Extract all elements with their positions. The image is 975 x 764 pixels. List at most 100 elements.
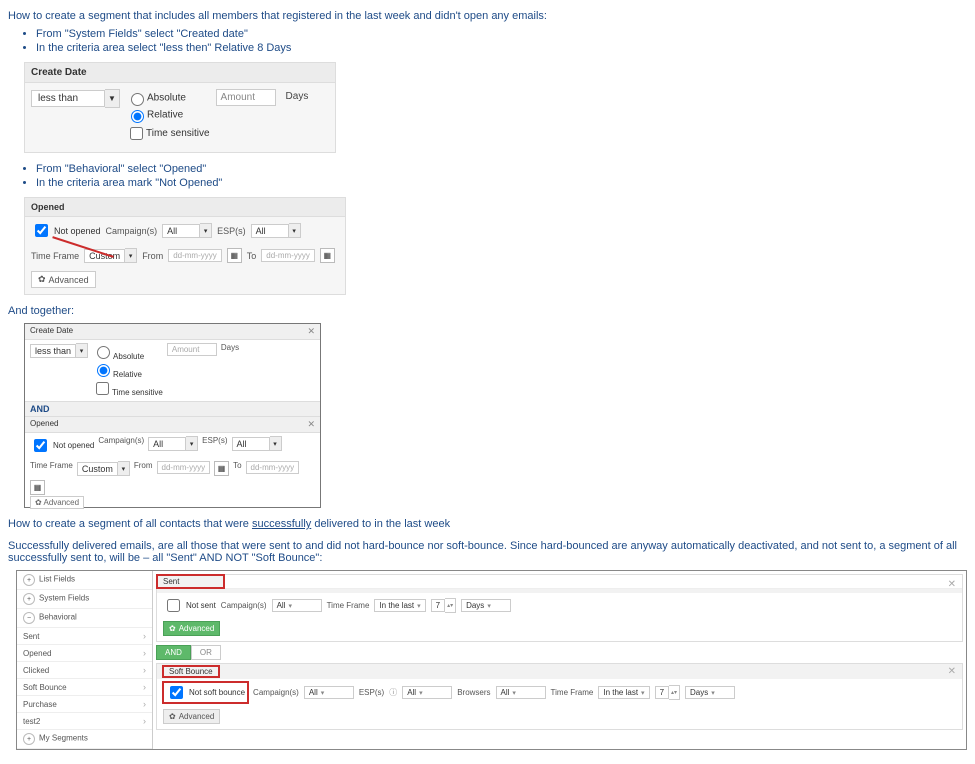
radio-relative[interactable]: Relative	[126, 107, 210, 123]
from-label: From	[134, 461, 153, 470]
operator-select[interactable]: less than▾	[30, 343, 88, 358]
chevron-down-icon: ▾	[186, 436, 198, 451]
and-option[interactable]: AND	[156, 645, 191, 660]
item-label: Purchase	[23, 700, 57, 709]
unit-select[interactable]: Days▾	[685, 686, 735, 699]
value-stepper[interactable]: 7▴▾	[431, 598, 456, 613]
time-frame-label: Time Frame	[327, 601, 370, 610]
radio-absolute[interactable]: Absolute	[92, 343, 163, 361]
calendar-icon[interactable]: ▦	[30, 480, 45, 495]
checkbox-label: Not soft bounce	[189, 688, 245, 697]
item-label: test2	[23, 717, 40, 726]
sidebar-item-opened[interactable]: Opened›	[17, 645, 152, 662]
select-value: All	[162, 224, 200, 238]
to-date-input[interactable]: dd-mm-yyyy	[246, 461, 300, 474]
radio-group-mode: Absolute Relative Time sensitive	[126, 89, 210, 144]
time-frame-select[interactable]: In the last▾	[374, 599, 425, 612]
radio-input[interactable]	[131, 93, 144, 106]
checkbox-input[interactable]	[96, 382, 109, 395]
time-frame-label: Time Frame	[30, 461, 73, 470]
sidebar-item-list-fields[interactable]: +List Fields	[17, 571, 152, 590]
operator-select[interactable]: less than ▼	[31, 89, 120, 108]
help-icon[interactable]: ⓘ	[389, 687, 397, 698]
esp-select[interactable]: All▾	[251, 223, 301, 238]
sidebar-item-soft-bounce[interactable]: Soft Bounce›	[17, 679, 152, 696]
sidebar-item-test[interactable]: test2 ›	[17, 713, 152, 730]
and-or-toggle[interactable]: AND OR	[156, 645, 963, 660]
stepper-buttons[interactable]: ▴▾	[669, 685, 680, 700]
campaigns-select[interactable]: All▾	[162, 223, 212, 238]
amount-input[interactable]: Amount	[216, 89, 276, 106]
time-frame-select[interactable]: Custom▾	[77, 461, 130, 476]
amount-input[interactable]: Amount	[167, 343, 217, 356]
bullet-item: In the criteria area mark "Not Opened"	[36, 177, 967, 189]
campaigns-select[interactable]: All▾	[272, 599, 322, 612]
radio-label: Time sensitive	[146, 128, 210, 139]
radio-input[interactable]	[97, 346, 110, 359]
radio-label: Time sensitive	[112, 388, 163, 397]
sidebar-item-my-segments[interactable]: +My Segments	[17, 730, 152, 749]
time-frame-select[interactable]: In the last▾	[598, 686, 649, 699]
builder-sidebar: +List Fields +System Fields −Behavioral …	[17, 571, 153, 749]
panel-opened: Opened Not opened Campaign(s) All▾ ESP(s…	[24, 197, 346, 295]
stepper-buttons[interactable]: ▴▾	[445, 598, 456, 613]
not-opened-checkbox[interactable]: Not opened	[30, 436, 94, 455]
time-frame-label: Time Frame	[551, 688, 594, 697]
close-icon[interactable]: ✕	[948, 666, 956, 677]
checkbox-input[interactable]	[34, 439, 47, 452]
advanced-button[interactable]: ✿Advanced	[163, 709, 220, 724]
close-icon[interactable]: ✕	[307, 419, 315, 430]
panel-header: Create Date	[25, 63, 335, 83]
campaigns-select[interactable]: All▾	[304, 686, 354, 699]
to-date-input[interactable]: dd-mm-yyyy	[261, 249, 315, 262]
calendar-icon[interactable]: ▦	[214, 461, 229, 476]
sidebar-item-system-fields[interactable]: +System Fields	[17, 590, 152, 609]
sidebar-item-purchase[interactable]: Purchase›	[17, 696, 152, 713]
not-sent-checkbox[interactable]: Not sent	[163, 596, 216, 615]
sidebar-item-clicked[interactable]: Clicked›	[17, 662, 152, 679]
chevron-down-icon: ▼	[105, 89, 120, 108]
radio-absolute[interactable]: Absolute	[126, 90, 210, 106]
checkbox-input[interactable]	[35, 224, 48, 237]
or-option[interactable]: OR	[191, 645, 221, 660]
advanced-button[interactable]: ✿Advanced	[163, 621, 220, 636]
advanced-button[interactable]: ✿Advanced	[31, 271, 96, 288]
section-title: Create Date	[30, 326, 73, 337]
unit-label: Days	[282, 89, 313, 104]
text: delivered to in the last week	[311, 518, 450, 530]
not-opened-checkbox[interactable]: Not opened	[31, 221, 101, 240]
radio-time-sensitive[interactable]: Time sensitive	[92, 379, 163, 398]
chevron-right-icon: ›	[143, 716, 146, 726]
not-soft-bounce-checkbox[interactable]: Not soft bounce	[163, 682, 248, 703]
radio-relative[interactable]: Relative	[92, 361, 163, 379]
sidebar-item-sent[interactable]: Sent›	[17, 628, 152, 645]
esps-select[interactable]: All▾	[402, 686, 452, 699]
unit-select[interactable]: Days▾	[461, 599, 511, 612]
item-label: Behavioral	[39, 613, 77, 622]
time-frame-select[interactable]: Custom▾	[84, 248, 137, 263]
esp-select[interactable]: All▾	[232, 436, 282, 451]
select-value: Custom	[77, 462, 118, 476]
calendar-icon[interactable]: ▦	[227, 248, 242, 263]
radio-label: Absolute	[147, 93, 186, 104]
checkbox-input[interactable]	[130, 127, 143, 140]
checkbox-input[interactable]	[170, 686, 183, 699]
radio-input[interactable]	[97, 364, 110, 377]
close-icon[interactable]: ✕	[307, 326, 315, 337]
segment-builder: +List Fields +System Fields −Behavioral …	[16, 570, 967, 750]
sidebar-item-behavioral[interactable]: −Behavioral	[17, 609, 152, 628]
close-icon[interactable]: ✕	[948, 579, 956, 590]
calendar-icon[interactable]: ▦	[320, 248, 335, 263]
radio-time-sensitive[interactable]: Time sensitive	[126, 124, 210, 143]
radio-input[interactable]	[131, 110, 144, 123]
from-date-input[interactable]: dd-mm-yyyy	[157, 461, 211, 474]
from-date-input[interactable]: dd-mm-yyyy	[168, 249, 222, 262]
browsers-label: Browsers	[457, 688, 490, 697]
browsers-select[interactable]: All▾	[496, 686, 546, 699]
checkbox-input[interactable]	[167, 599, 180, 612]
value-stepper[interactable]: 7▴▾	[655, 685, 680, 700]
advanced-button[interactable]: ✿ Advanced	[30, 496, 84, 509]
stepper-value: 7	[655, 686, 669, 699]
chevron-right-icon: ›	[143, 631, 146, 641]
campaigns-select[interactable]: All▾	[148, 436, 198, 451]
